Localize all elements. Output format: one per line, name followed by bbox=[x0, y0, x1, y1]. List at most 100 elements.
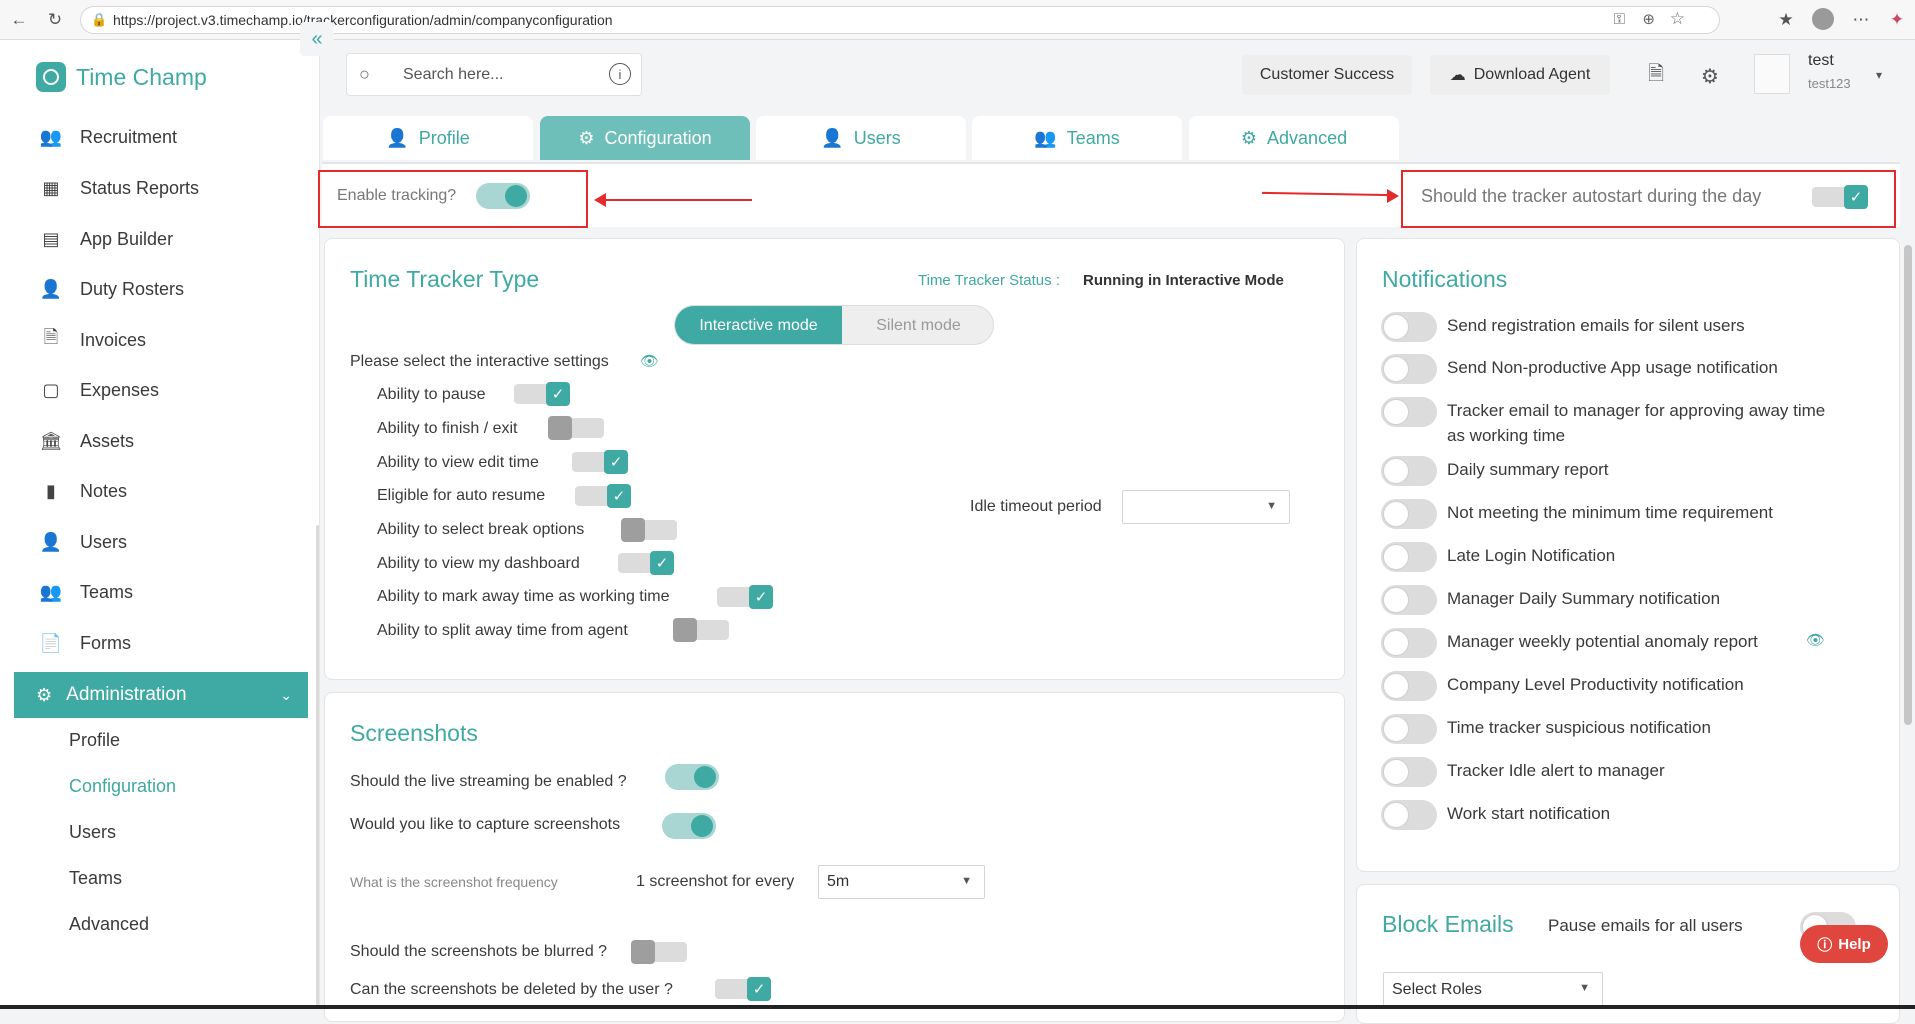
page-scrollbar[interactable] bbox=[1904, 245, 1912, 725]
settings-icon[interactable]: ⚙ bbox=[1692, 58, 1728, 94]
search-input[interactable]: ○ Search here... i bbox=[346, 53, 642, 96]
tab-users[interactable]: 👤 Users bbox=[756, 116, 966, 160]
break-options-toggle[interactable] bbox=[621, 518, 677, 542]
anomaly-report-toggle[interactable] bbox=[1381, 628, 1437, 658]
nonproductive-app-toggle[interactable] bbox=[1381, 354, 1437, 384]
sidebar-item-administration[interactable]: ⚙ Administration ⌄ bbox=[14, 672, 308, 718]
sidebar-item-label: Status Reports bbox=[80, 177, 200, 198]
avatar[interactable] bbox=[1754, 54, 1790, 94]
setting-label: Ability to split away time from agent bbox=[377, 622, 628, 639]
sidebar-item-users[interactable]: 👤 Users bbox=[40, 531, 127, 553]
reload-icon[interactable]: ↻ bbox=[44, 9, 66, 31]
sidebar-item-forms[interactable]: 📄 Forms bbox=[40, 632, 131, 654]
view-edit-time-toggle[interactable]: ✓ bbox=[572, 450, 628, 474]
eye-icon[interactable]: 👁 bbox=[640, 352, 659, 370]
interactive-mode-button[interactable]: Interactive mode bbox=[675, 306, 842, 344]
company-productivity-toggle[interactable] bbox=[1381, 671, 1437, 701]
late-login-toggle[interactable] bbox=[1381, 542, 1437, 572]
sidebar-subitem-users[interactable]: Users bbox=[69, 822, 116, 843]
away-time-approval-toggle[interactable] bbox=[1381, 397, 1437, 427]
split-away-time-toggle[interactable] bbox=[673, 618, 729, 642]
delete-screenshots-toggle[interactable]: ✓ bbox=[715, 977, 771, 1001]
profile-avatar-icon[interactable] bbox=[1812, 8, 1834, 30]
chevron-down-icon[interactable]: ⌄ bbox=[280, 687, 292, 704]
sidebar-item-invoices[interactable]: 🗎 Invoices bbox=[40, 327, 147, 351]
tab-configuration[interactable]: ⚙ Configuration bbox=[540, 116, 750, 160]
auto-resume-toggle[interactable]: ✓ bbox=[575, 484, 631, 508]
sidebar-subitem-teams[interactable]: Teams bbox=[69, 868, 122, 889]
work-start-toggle[interactable] bbox=[1381, 800, 1437, 830]
idle-timeout-select[interactable]: ▼ bbox=[1122, 490, 1290, 524]
favorites-icon[interactable]: ★ bbox=[1775, 9, 1797, 31]
back-icon[interactable]: ← bbox=[8, 9, 30, 31]
select-roles-placeholder: Select Roles bbox=[1392, 980, 1482, 998]
minimum-time-toggle[interactable] bbox=[1381, 499, 1437, 529]
tab-advanced[interactable]: ⚙ Advanced bbox=[1189, 116, 1399, 160]
tab-profile[interactable]: 👤 Profile bbox=[323, 116, 533, 160]
idle-alert-toggle[interactable] bbox=[1381, 757, 1437, 787]
sidebar-item-teams[interactable]: 👥 Teams bbox=[40, 581, 133, 603]
chevron-down-icon[interactable]: ▾ bbox=[1876, 68, 1882, 82]
sidebar-item-recruitment[interactable]: 👥 Recruitment bbox=[40, 126, 177, 148]
sidebar-item-notes[interactable]: ▮ Notes bbox=[40, 480, 127, 502]
key-icon[interactable]: ⚿ bbox=[1614, 11, 1625, 28]
sidebar-item-assets[interactable]: 🏛 Assets bbox=[40, 430, 134, 452]
sidebar-scrollbar[interactable] bbox=[316, 525, 319, 1005]
tab-label: Advanced bbox=[1267, 127, 1348, 148]
gears-icon: ⚙ bbox=[578, 127, 595, 148]
info-icon[interactable]: i bbox=[609, 63, 631, 85]
view-dashboard-toggle[interactable]: ✓ bbox=[618, 551, 674, 575]
app-builder-icon: ▤ bbox=[42, 228, 60, 249]
eye-icon[interactable]: 👁 bbox=[1806, 631, 1825, 649]
help-button[interactable]: ⓘ Help bbox=[1800, 925, 1888, 963]
manager-daily-summary-toggle[interactable] bbox=[1381, 585, 1437, 615]
blur-screenshots-toggle[interactable] bbox=[631, 940, 687, 964]
card-title: Notifications bbox=[1382, 266, 1508, 292]
sidebar-subitem-profile[interactable]: Profile bbox=[69, 730, 120, 751]
assets-icon: 🏛 bbox=[39, 430, 63, 451]
search-placeholder: Search here... bbox=[403, 66, 504, 83]
zoom-icon[interactable]: ⊕ bbox=[1642, 10, 1655, 28]
notification-label: Company Level Productivity notification bbox=[1447, 675, 1744, 694]
frequency-select[interactable]: 5m ▼ bbox=[818, 865, 985, 899]
tab-teams[interactable]: 👥 Teams bbox=[972, 116, 1182, 160]
notification-label-cont: as working time bbox=[1447, 426, 1566, 445]
away-as-working-toggle[interactable]: ✓ bbox=[717, 585, 773, 609]
download-agent-label: Download Agent bbox=[1473, 66, 1591, 83]
finish-exit-toggle[interactable] bbox=[548, 416, 604, 440]
star-icon[interactable]: ☆ bbox=[1670, 9, 1685, 29]
sidebar-item-expenses[interactable]: ▢ Expenses bbox=[40, 379, 159, 401]
notification-label: Not meeting the minimum time requirement bbox=[1447, 503, 1773, 522]
sidebar-item-label: Expenses bbox=[80, 379, 160, 400]
setting-label: Ability to finish / exit bbox=[377, 420, 518, 437]
sidebar-item-duty-rosters[interactable]: 👤 Duty Rosters bbox=[40, 278, 184, 300]
silent-mode-button[interactable]: Silent mode bbox=[842, 306, 993, 344]
suspicious-notification-toggle[interactable] bbox=[1381, 714, 1437, 744]
notification-label: Manager weekly potential anomaly report bbox=[1447, 632, 1758, 651]
app-logo[interactable]: Time Champ bbox=[36, 62, 207, 92]
sidebar-item-app-builder[interactable]: ▤ App Builder bbox=[40, 228, 173, 250]
screenshot-frequency-label: What is the screenshot frequency bbox=[350, 874, 558, 890]
document-icon[interactable]: 🗎 bbox=[1638, 58, 1674, 94]
sidebar-subitem-advanced[interactable]: Advanced bbox=[69, 914, 149, 935]
url-text: https://project.v3.timechamp.io/trackerc… bbox=[113, 12, 613, 28]
daily-summary-toggle[interactable] bbox=[1381, 456, 1437, 486]
copilot-icon[interactable]: ✦ bbox=[1886, 9, 1908, 31]
collapse-sidebar-icon[interactable]: « bbox=[300, 22, 334, 56]
sidebar-item-label: Invoices bbox=[80, 329, 147, 350]
delete-screenshots-label: Can the screenshots be deleted by the us… bbox=[350, 981, 673, 998]
customer-success-button[interactable]: Customer Success bbox=[1242, 55, 1412, 95]
more-icon[interactable]: ⋯ bbox=[1850, 9, 1872, 31]
download-agent-button[interactable]: ☁ Download Agent bbox=[1430, 55, 1610, 95]
setting-label: Ability to view my dashboard bbox=[377, 555, 580, 572]
user-name[interactable]: test bbox=[1808, 52, 1834, 70]
pause-toggle[interactable]: ✓ bbox=[514, 382, 570, 406]
sidebar-item-status-reports[interactable]: ▦ Status Reports bbox=[40, 177, 199, 199]
capture-screenshots-toggle[interactable] bbox=[662, 813, 716, 839]
tab-label: Teams bbox=[1066, 127, 1120, 148]
sidebar-subitem-configuration[interactable]: Configuration bbox=[69, 776, 176, 797]
registration-emails-toggle[interactable] bbox=[1381, 312, 1437, 342]
user-subtitle: test123 bbox=[1808, 76, 1851, 91]
select-roles-dropdown[interactable]: Select Roles ▼ bbox=[1383, 972, 1603, 1006]
live-streaming-toggle[interactable] bbox=[665, 764, 719, 790]
